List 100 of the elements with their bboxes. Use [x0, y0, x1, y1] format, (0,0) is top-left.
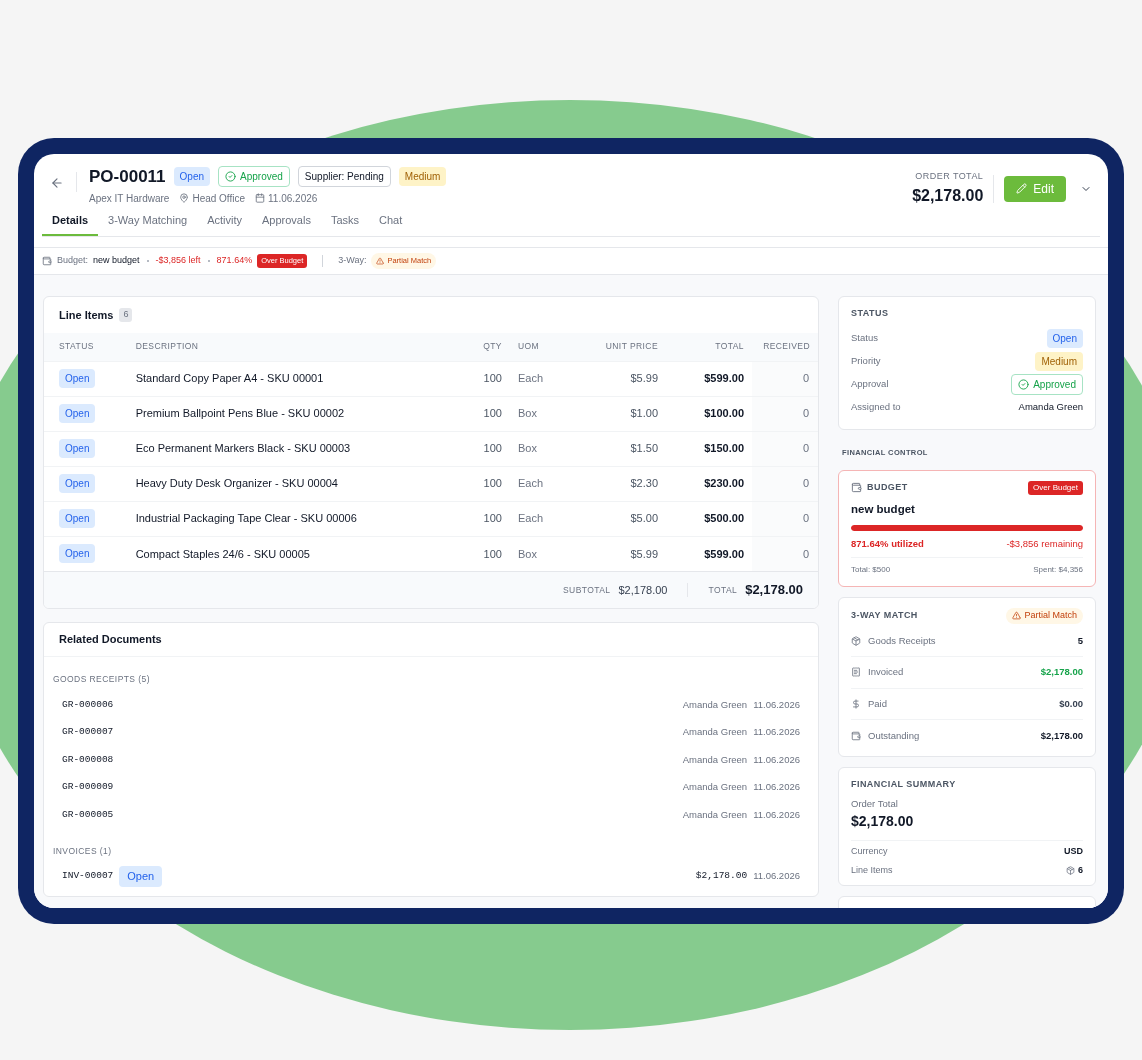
table-cell: 0: [752, 396, 818, 431]
package-icon: [1066, 865, 1075, 875]
field-label: Priority: [851, 353, 881, 368]
document-date: 11.06.2026: [753, 752, 800, 767]
status-badge: Open: [59, 439, 96, 458]
tab[interactable]: 3-Way Matching: [98, 209, 198, 236]
column-header: QTY: [461, 333, 510, 361]
table-cell: $1.00: [569, 396, 666, 431]
table-cell: $100.00: [666, 396, 752, 431]
document-row[interactable]: GR-000008 Amanda Green 11.06.2026: [44, 746, 818, 774]
status-badge: Medium: [1035, 351, 1083, 371]
receipt-icon: [851, 667, 861, 678]
table-cell: Box: [509, 431, 570, 466]
document-number: GR-000007: [62, 725, 114, 740]
budget-percent: 871.64%: [216, 254, 253, 268]
budget-name: new budget: [93, 254, 140, 268]
table-cell: $599.00: [666, 536, 752, 571]
card-title: STATUS: [851, 307, 890, 320]
document-amount: $2,178.00: [695, 869, 748, 884]
table-cell: 0: [752, 466, 818, 501]
document-date: 11.06.2026: [753, 780, 800, 795]
field-value: $0.00: [1059, 696, 1083, 711]
tab[interactable]: Tasks: [320, 209, 370, 236]
status-badge: Approved: [218, 166, 290, 188]
table-cell: $230.00: [666, 466, 752, 501]
tab[interactable]: Details: [42, 209, 99, 236]
column-header: STATUS: [44, 333, 128, 361]
table-cell: $1.50: [569, 431, 666, 466]
status-badge: Open: [119, 866, 163, 887]
location-text: Head Office: [192, 191, 246, 206]
table-cell: 0: [752, 361, 818, 396]
table-cell: Industrial Packaging Tape Clear - SKU 00006: [127, 501, 462, 536]
budget-name: new budget: [851, 501, 916, 517]
field-value: $2,178.00: [1040, 665, 1083, 680]
order-total-value: $2,178.00: [851, 811, 1083, 842]
budget-label: Budget:: [57, 254, 89, 268]
dollar-icon: [851, 698, 861, 709]
budget-spent: Spent: $4,356: [1033, 564, 1083, 576]
total-label: TOTAL: [708, 583, 738, 597]
subtotal-label: SUBTOTAL: [563, 583, 611, 597]
table-cell: 0: [752, 501, 818, 536]
table-cell: 100: [461, 396, 510, 431]
table-cell: Each: [509, 361, 570, 396]
group-heading: INVOICES (1): [53, 845, 112, 856]
table-cell: Eco Permanent Markers Black - SKU 00003: [127, 431, 462, 466]
document-number: GR-000008: [62, 752, 114, 767]
status-badge: Open: [1046, 328, 1083, 348]
document-date: 11.06.2026: [753, 869, 800, 884]
document-person: Amanda Green: [682, 780, 748, 795]
order-title: PO-00011: [89, 166, 166, 188]
back-button[interactable]: [50, 176, 64, 190]
field-label: Outstanding: [868, 728, 920, 743]
field-label: Goods Receipts: [868, 633, 936, 648]
field-value: Amanda Green: [1018, 399, 1083, 414]
location-pin-icon: [179, 193, 190, 203]
field-label: Invoiced: [868, 665, 904, 680]
status-badge: Open: [59, 509, 96, 528]
table-cell: 0: [752, 431, 818, 466]
document-row[interactable]: GR-000005 Amanda Green 11.06.2026: [44, 801, 818, 829]
remaining-text: -$3,856 remaining: [1006, 536, 1083, 551]
pencil-icon: [1016, 183, 1028, 195]
table-cell: $2.30: [569, 466, 666, 501]
table-cell: 100: [461, 536, 510, 571]
status-badge: Open: [59, 404, 96, 423]
status-badge: Open: [59, 544, 96, 564]
table-cell: Each: [509, 466, 570, 501]
table-cell: Premium Ballpoint Pens Blue - SKU 00002: [127, 396, 462, 431]
document-person: Amanda Green: [682, 697, 748, 712]
document-row[interactable]: GR-000006 Amanda Green 11.06.2026: [44, 691, 818, 719]
table-cell: Standard Copy Paper A4 - SKU 00001: [127, 361, 462, 396]
tab[interactable]: Chat: [369, 209, 413, 236]
table-cell: $5.99: [569, 361, 666, 396]
order-date: 11.06.2026: [268, 191, 318, 206]
wallet-icon: [851, 730, 861, 741]
field-label: Paid: [868, 696, 887, 711]
status-badge: Medium: [398, 167, 447, 187]
table-cell: $5.00: [569, 501, 666, 536]
document-row[interactable]: GR-000007 Amanda Green 11.06.2026: [44, 718, 818, 746]
table-cell: 0: [752, 536, 818, 571]
tab[interactable]: Activity: [197, 209, 252, 236]
check-circle-icon: [1018, 378, 1030, 390]
column-header: UNIT PRICE: [569, 333, 666, 361]
card-title: BUDGET: [867, 480, 908, 494]
calendar-icon: [255, 193, 266, 203]
field-label: Assigned to: [851, 399, 901, 414]
card-title: Related Documents: [59, 632, 162, 648]
table-cell: 100: [461, 466, 510, 501]
field-label: Status: [851, 330, 878, 345]
three-way-label: 3-Way:: [338, 254, 367, 268]
field-value: 5: [1077, 633, 1083, 648]
document-date: 11.06.2026: [753, 807, 800, 822]
tab[interactable]: Approvals: [252, 209, 321, 236]
document-row[interactable]: GR-000009 Amanda Green 11.06.2026: [44, 773, 818, 801]
document-person: Amanda Green: [682, 807, 748, 822]
document-row[interactable]: INV-00007 Open $2,178.00 11.06.2026: [44, 862, 818, 890]
document-date: 11.06.2026: [753, 697, 800, 712]
column-header: DESCRIPTION: [127, 333, 462, 361]
table-cell: 100: [461, 361, 510, 396]
order-total-label: ORDER TOTAL: [915, 170, 984, 183]
check-circle-icon: [225, 171, 237, 183]
